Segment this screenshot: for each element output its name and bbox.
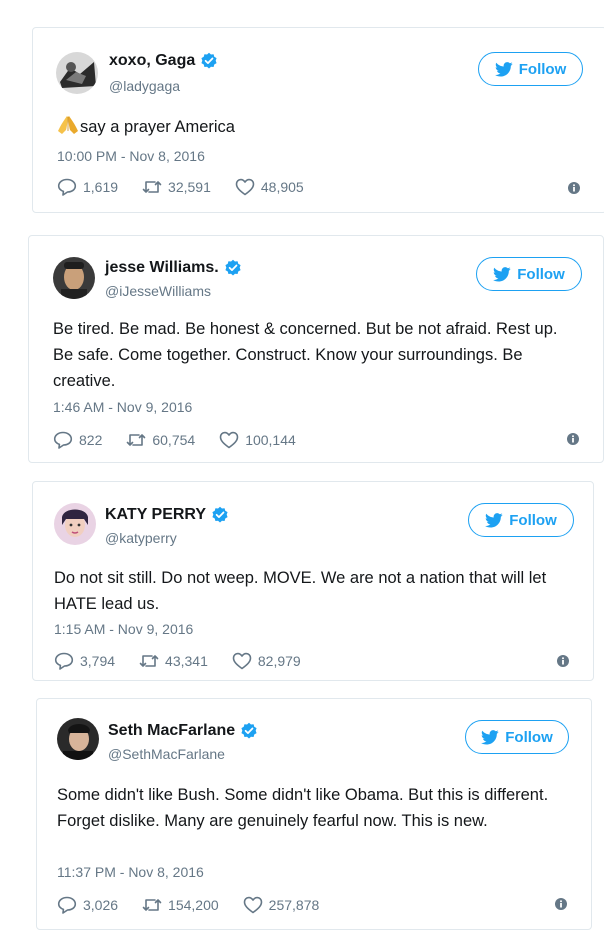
verified-badge-icon	[240, 722, 258, 740]
reply-count: 3,794	[80, 653, 116, 669]
author-handle[interactable]: @iJesseWilliams	[105, 283, 211, 299]
follow-button[interactable]: Follow	[465, 720, 569, 754]
info-icon[interactable]	[557, 655, 569, 667]
reply-button[interactable]: 822	[53, 431, 102, 449]
reply-icon	[57, 896, 77, 914]
like-button[interactable]: 100,144	[219, 431, 296, 449]
info-icon[interactable]	[555, 898, 567, 910]
follow-label: Follow	[505, 728, 553, 746]
retweet-count: 32,591	[168, 179, 211, 195]
like-count: 48,905	[260, 179, 304, 195]
follow-label: Follow	[517, 265, 565, 283]
tweet-actions: 822 60,754 100,144	[53, 431, 320, 449]
tweet-text: Do not sit still. Do not weep. MOVE. We …	[54, 569, 547, 613]
twitter-bird-icon	[481, 729, 499, 745]
info-icon[interactable]	[568, 182, 580, 194]
like-count: 257,878	[268, 897, 320, 913]
reply-button[interactable]: 3,026	[57, 896, 118, 914]
retweet-button[interactable]: 43,341	[139, 652, 208, 670]
retweet-icon	[139, 652, 159, 670]
verified-badge-icon	[224, 259, 242, 277]
retweet-icon	[126, 431, 146, 449]
author-name[interactable]: KATY PERRY	[105, 506, 206, 524]
tweet-card: xoxo, Gaga @ladygaga Follow say a prayer…	[32, 27, 604, 213]
author-row: Seth MacFarlane	[108, 722, 258, 740]
reply-button[interactable]: 1,619	[57, 178, 118, 196]
heart-icon	[243, 896, 263, 914]
tweet-text: say a prayer America	[57, 114, 587, 140]
retweet-button[interactable]: 32,591	[142, 178, 211, 196]
follow-label: Follow	[509, 511, 557, 529]
tweet-text: Be tired. Be mad. Be honest & concerned.…	[53, 320, 558, 390]
reply-icon	[57, 178, 77, 196]
avatar[interactable]	[54, 503, 96, 545]
tweet-timestamp[interactable]: 10:00 PM - Nov 8, 2016	[57, 148, 205, 164]
follow-button[interactable]: Follow	[478, 52, 583, 86]
reply-icon	[54, 652, 74, 670]
avatar[interactable]	[53, 257, 95, 299]
reply-count: 3,026	[83, 897, 119, 913]
like-count: 82,979	[257, 653, 301, 669]
author-row: KATY PERRY	[105, 506, 229, 524]
follow-button[interactable]: Follow	[476, 257, 582, 291]
like-button[interactable]: 82,979	[232, 652, 301, 670]
avatar[interactable]	[57, 718, 99, 760]
verified-badge-icon	[211, 506, 229, 524]
author-row: xoxo, Gaga	[109, 52, 218, 70]
follow-button[interactable]: Follow	[468, 503, 574, 537]
verified-badge-icon	[200, 52, 218, 70]
info-icon[interactable]	[567, 433, 579, 445]
like-button[interactable]: 257,878	[243, 896, 320, 914]
twitter-bird-icon	[485, 512, 503, 528]
author-name[interactable]: xoxo, Gaga	[109, 52, 195, 70]
author-row: jesse Williams.	[105, 259, 242, 277]
reply-count: 822	[79, 432, 103, 448]
retweet-count: 43,341	[165, 653, 208, 669]
tweet-card: jesse Williams. @iJesseWilliams Follow B…	[28, 235, 604, 463]
reply-button[interactable]: 3,794	[54, 652, 115, 670]
heart-icon	[235, 178, 255, 196]
retweet-count: 154,200	[168, 897, 219, 913]
avatar[interactable]	[56, 52, 98, 94]
tweet-card: Seth MacFarlane @SethMacFarlane Follow S…	[36, 698, 592, 930]
retweet-icon	[142, 178, 162, 196]
like-button[interactable]: 48,905	[235, 178, 304, 196]
like-count: 100,144	[245, 432, 296, 448]
reply-count: 1,619	[83, 179, 119, 195]
heart-icon	[219, 431, 239, 449]
retweet-button[interactable]: 60,754	[126, 431, 195, 449]
twitter-bird-icon	[493, 266, 511, 282]
follow-label: Follow	[518, 60, 567, 78]
tweet-timestamp[interactable]: 1:46 AM - Nov 9, 2016	[53, 399, 192, 415]
retweet-count: 60,754	[152, 432, 196, 448]
retweet-icon	[142, 896, 162, 914]
tweet-timestamp[interactable]: 1:15 AM - Nov 9, 2016	[54, 621, 193, 637]
author-handle[interactable]: @SethMacFarlane	[108, 746, 225, 762]
tweet-timestamp[interactable]: 11:37 PM - Nov 8, 2016	[57, 864, 204, 880]
reply-icon	[53, 431, 73, 449]
tweet-card: KATY PERRY @katyperry Follow Do not sit …	[32, 481, 594, 681]
tweet-text: Some didn't like Bush. Some didn't like …	[57, 786, 549, 830]
author-handle[interactable]: @katyperry	[105, 530, 177, 546]
author-name[interactable]: Seth MacFarlane	[108, 722, 235, 740]
heart-icon	[232, 652, 252, 670]
author-handle[interactable]: @ladygaga	[109, 78, 180, 94]
tweet-actions: 3,794 43,341 82,979	[54, 652, 325, 670]
twitter-bird-icon	[494, 61, 513, 77]
folded-hands-emoji-icon	[57, 115, 79, 135]
tweet-actions: 3,026 154,200 257,878	[57, 896, 343, 914]
retweet-button[interactable]: 154,200	[142, 896, 219, 914]
tweet-actions: 1,619 32,591 48,905	[57, 178, 328, 196]
tweet-text-body: say a prayer America	[80, 118, 235, 136]
author-name[interactable]: jesse Williams.	[105, 259, 219, 277]
